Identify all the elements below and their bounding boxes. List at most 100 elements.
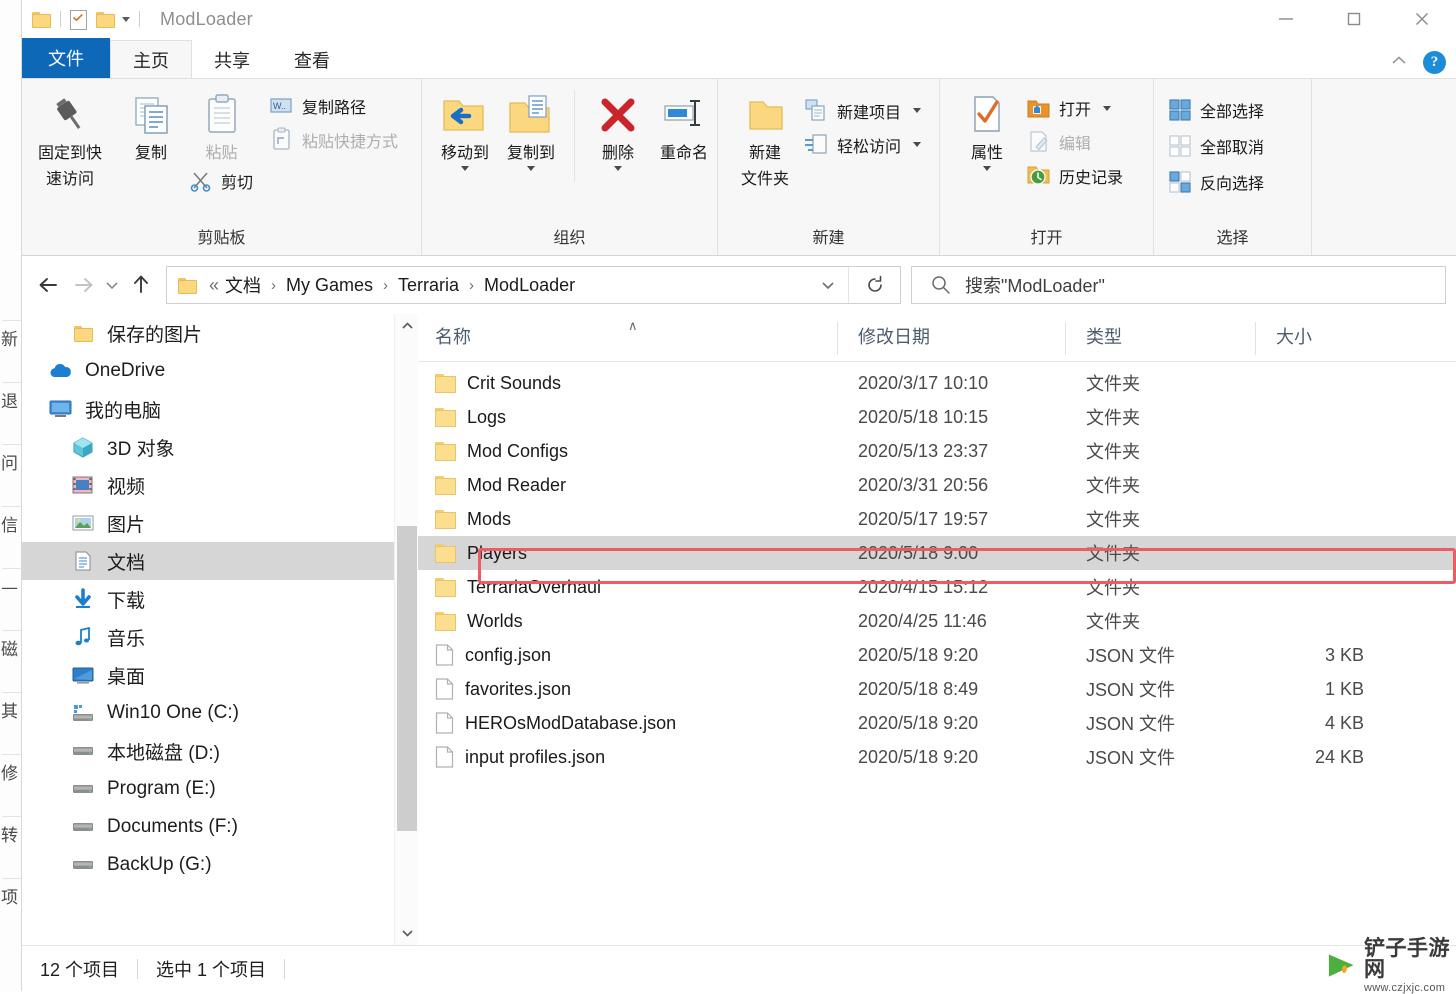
table-row[interactable]: Crit Sounds 2020/3/17 10:10 文件夹 <box>418 366 1456 400</box>
sidebar-item-drive-g[interactable]: BackUp (G:) <box>22 846 418 884</box>
sidebar-item-videos[interactable]: 视频 <box>22 466 418 504</box>
properties-checkmark-icon[interactable] <box>70 9 87 30</box>
easy-access-button[interactable]: 轻松访问 <box>802 130 927 159</box>
sidebar-item-drive-c[interactable]: Win10 One (C:) <box>22 694 418 732</box>
chevron-down-icon[interactable] <box>913 108 922 113</box>
scroll-up-button[interactable] <box>395 314 418 338</box>
select-all-button[interactable]: 全部选择 <box>1166 96 1270 124</box>
new-item-button[interactable]: 新建项目 <box>802 96 927 125</box>
breadcrumb-item-my-games[interactable]: My Games <box>283 275 376 296</box>
table-row[interactable]: Mod Reader 2020/3/31 20:56 文件夹 <box>418 468 1456 502</box>
chevron-right-icon[interactable]: › <box>462 277 481 294</box>
properties-button[interactable]: 属性 <box>954 88 1020 171</box>
select-none-button[interactable]: 全部取消 <box>1166 132 1270 160</box>
chevron-down-icon[interactable] <box>122 16 130 22</box>
breadcrumb-item-modloader[interactable]: ModLoader <box>481 275 578 296</box>
sidebar-item-drive-e[interactable]: Program (E:) <box>22 770 418 808</box>
properties-checkmark-icon <box>974 96 1000 132</box>
table-row[interactable]: input profiles.json 2020/5/18 9:20 JSON … <box>418 740 1456 774</box>
sidebar-scrollbar-thumb[interactable] <box>397 526 417 831</box>
copy-path-button[interactable]: W.. 复制路径 <box>267 92 404 120</box>
paste-button[interactable]: 粘贴 <box>184 88 259 164</box>
file-icon <box>435 678 454 700</box>
new-folder-button[interactable]: 新建 文件夹 <box>732 88 798 190</box>
copy-to-button[interactable]: 复制到 <box>498 88 564 171</box>
cut-button[interactable]: 剪切 <box>186 166 259 195</box>
breadcrumb-overflow[interactable]: « <box>206 275 222 296</box>
copy-button[interactable]: 复制 <box>118 88 184 164</box>
table-row[interactable]: TerrariaOverhaul 2020/4/15 15:12 文件夹 <box>418 570 1456 604</box>
column-header-type[interactable]: 类型 <box>1066 314 1256 361</box>
chevron-down-icon[interactable] <box>614 166 622 171</box>
sidebar-item-onedrive[interactable]: OneDrive <box>22 352 418 390</box>
delete-button[interactable]: 删除 <box>585 88 651 171</box>
column-header-name[interactable]: 名称 ∧ <box>418 314 838 361</box>
sidebar-item-3d-objects[interactable]: 3D 对象 <box>22 428 418 466</box>
chevron-down-icon[interactable] <box>1103 105 1112 111</box>
history-button[interactable]: 历史记录 <box>1024 161 1129 190</box>
table-row[interactable]: config.json 2020/5/18 9:20 JSON 文件 3 KB <box>418 638 1456 672</box>
file-icon <box>435 746 454 768</box>
invert-selection-button[interactable]: 反向选择 <box>1166 168 1270 196</box>
maximize-button[interactable] <box>1320 0 1388 38</box>
pin-to-quick-access-button[interactable]: 固定到快 速访问 <box>22 88 118 190</box>
sidebar-item-documents[interactable]: 文档 <box>22 542 418 580</box>
sidebar-item-this-pc[interactable]: 我的电脑 <box>22 390 418 428</box>
sidebar-item-drive-f[interactable]: Documents (F:) <box>22 808 418 846</box>
paste-shortcut-button[interactable]: 粘贴快捷方式 <box>267 125 404 154</box>
chevron-down-icon[interactable] <box>913 142 922 147</box>
file-date: 2020/5/17 19:57 <box>858 508 989 529</box>
tab-home[interactable]: 主页 <box>110 40 192 79</box>
table-row[interactable]: HEROsModDatabase.json 2020/5/18 9:20 JSO… <box>418 706 1456 740</box>
ribbon-group-open: 属性 打开 编辑 历史记录 打开 <box>940 79 1154 255</box>
column-header-size[interactable]: 大小 <box>1256 314 1386 361</box>
back-button[interactable] <box>32 268 66 302</box>
sidebar-item-drive-d[interactable]: 本地磁盘 (D:) <box>22 732 418 770</box>
chevron-up-icon[interactable] <box>1389 54 1409 72</box>
address-bar[interactable]: « 文档 › My Games › Terraria › ModLoader <box>166 266 901 304</box>
sidebar-item-music[interactable]: 音乐 <box>22 618 418 656</box>
breadcrumb-item-documents[interactable]: 文档 <box>222 272 264 298</box>
table-row-selected[interactable]: Players 2020/5/18 9:00 文件夹 <box>418 536 1456 570</box>
column-header-date[interactable]: 修改日期 <box>838 314 1066 361</box>
table-row[interactable]: Worlds 2020/4/25 11:46 文件夹 <box>418 604 1456 638</box>
forward-button[interactable] <box>66 268 100 302</box>
edit-button[interactable]: 编辑 <box>1024 127 1129 156</box>
new-folder-icon[interactable] <box>96 11 115 28</box>
table-row[interactable]: Logs 2020/5/18 10:15 文件夹 <box>418 400 1456 434</box>
tab-view[interactable]: 查看 <box>272 42 352 78</box>
close-button[interactable] <box>1388 0 1456 38</box>
minimize-button[interactable] <box>1252 0 1320 38</box>
sidebar-item-saved-pictures[interactable]: 保存的图片 <box>22 314 418 352</box>
history-icon <box>1027 166 1050 185</box>
help-button[interactable]: ? <box>1423 51 1446 74</box>
chevron-down-icon[interactable] <box>527 166 536 171</box>
table-row[interactable]: Mod Configs 2020/5/13 23:37 文件夹 <box>418 434 1456 468</box>
file-date: 2020/3/31 20:56 <box>858 474 989 495</box>
chevron-down-icon[interactable] <box>983 166 991 171</box>
chevron-right-icon[interactable]: › <box>376 277 395 294</box>
file-type: JSON 文件 <box>1086 748 1176 768</box>
refresh-button[interactable] <box>848 267 900 303</box>
up-button[interactable] <box>124 268 158 302</box>
scroll-down-button[interactable] <box>395 921 418 945</box>
chevron-right-icon[interactable]: › <box>264 277 283 294</box>
table-row[interactable]: Mods 2020/5/17 19:57 文件夹 <box>418 502 1456 536</box>
sidebar-item-downloads[interactable]: 下载 <box>22 580 418 618</box>
tab-share[interactable]: 共享 <box>192 42 272 78</box>
search-input[interactable]: 搜索"ModLoader" <box>911 266 1446 304</box>
folder-icon[interactable] <box>32 11 51 28</box>
open-button[interactable]: 打开 <box>1024 94 1129 122</box>
rename-button[interactable]: 重命名 <box>651 88 717 164</box>
sidebar-item-pictures[interactable]: 图片 <box>22 504 418 542</box>
table-row[interactable]: favorites.json 2020/5/18 8:49 JSON 文件 1 … <box>418 672 1456 706</box>
file-type: 文件夹 <box>1086 476 1140 496</box>
sidebar-scrollbar[interactable] <box>394 314 418 945</box>
breadcrumb-item-terraria[interactable]: Terraria <box>395 275 462 296</box>
chevron-down-icon[interactable] <box>461 166 469 171</box>
tab-file[interactable]: 文件 <box>22 38 110 78</box>
sidebar-item-desktop[interactable]: 桌面 <box>22 656 418 694</box>
recent-locations-button[interactable] <box>100 268 124 302</box>
move-to-button[interactable]: 移动到 <box>432 88 498 171</box>
address-dropdown-button[interactable] <box>814 278 848 292</box>
